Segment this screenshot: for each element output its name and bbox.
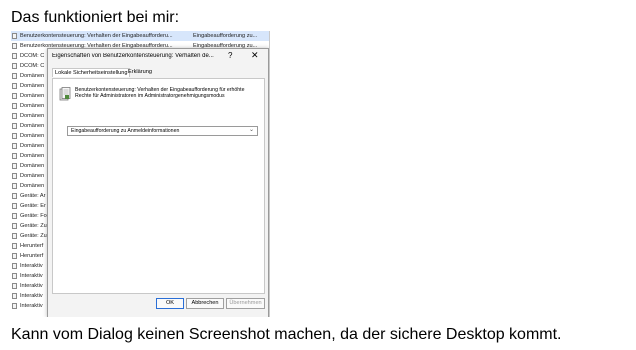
policy-item-icon <box>12 253 17 259</box>
chevron-down-icon: ⌄ <box>248 127 254 133</box>
policy-item-icon <box>12 133 17 139</box>
help-icon[interactable]: ? <box>228 51 232 60</box>
apply-button[interactable]: Übernehmen <box>226 298 265 309</box>
policy-description: Benutzerkontensteuerung: Verhalten der E… <box>75 87 245 100</box>
policy-item-icon <box>12 143 17 149</box>
policy-item-icon <box>12 213 17 219</box>
policy-item-icon <box>12 103 17 109</box>
policy-item-icon <box>12 273 17 279</box>
policy-item-icon <box>12 303 17 309</box>
policy-item-icon <box>12 113 17 119</box>
setting-dropdown[interactable]: Eingabeaufforderung zu Anmeldeinformatio… <box>67 126 258 136</box>
policy-item-icon <box>12 293 17 299</box>
dialog-title: Eigenschaften von Benutzerkontensteuerun… <box>52 53 214 59</box>
policy-item-icon <box>12 43 17 49</box>
outro-text: Kann vom Dialog keinen Screenshot machen… <box>11 326 562 343</box>
policy-item-icon <box>12 83 17 89</box>
policy-item-icon <box>12 53 17 59</box>
policy-item-icon <box>12 263 17 269</box>
policy-setting: Eingabeaufforderung zu... <box>193 33 258 39</box>
tab-explanation[interactable]: Erklärung <box>126 68 154 76</box>
tab-local-security-setting[interactable]: Lokale Sicherheitseinstellung <box>52 68 131 77</box>
policy-item-icon <box>12 243 17 249</box>
policy-item-icon <box>12 183 17 189</box>
settings-panel: Benutzerkontensteuerung: Verhalten der E… <box>52 78 265 294</box>
close-icon[interactable]: ✕ <box>251 50 259 61</box>
policy-item-icon <box>12 193 17 199</box>
policy-item-icon <box>12 203 17 209</box>
policy-item-icon <box>12 223 17 229</box>
properties-dialog: Eigenschaften von Benutzerkontensteuerun… <box>47 48 269 317</box>
policy-item-icon <box>12 63 17 69</box>
policy-item-icon <box>12 233 17 239</box>
policy-item-icon <box>12 153 17 159</box>
embedded-screenshot: Benutzerkontensteuerung: Verhalten der E… <box>11 31 270 317</box>
intro-text: Das funktioniert bei mir: <box>11 9 180 26</box>
policy-icon <box>59 87 71 101</box>
policy-item-icon <box>12 123 17 129</box>
policy-item-icon <box>12 173 17 179</box>
policy-item-icon <box>12 163 17 169</box>
policy-item-icon <box>12 93 17 99</box>
policy-row[interactable]: Benutzerkontensteuerung: Verhalten der E… <box>11 31 269 41</box>
cancel-button[interactable]: Abbrechen <box>186 298 224 309</box>
policy-name: Benutzerkontensteuerung: Verhalten der E… <box>20 33 173 39</box>
ok-button[interactable]: OK <box>156 298 184 309</box>
policy-item-icon <box>12 33 17 39</box>
policy-item-icon <box>12 73 17 79</box>
policy-item-icon <box>12 283 17 289</box>
dropdown-value: Eingabeaufforderung zu Anmeldeinformatio… <box>71 128 180 134</box>
